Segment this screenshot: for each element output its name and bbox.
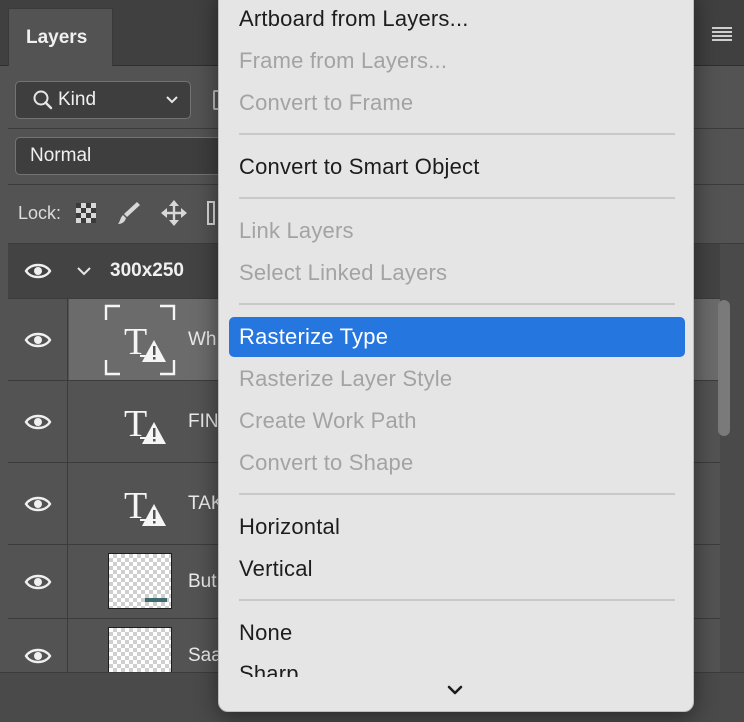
- menu-item-none[interactable]: None: [229, 613, 685, 653]
- visibility-eye-icon[interactable]: [24, 647, 52, 665]
- text-layer-warning-icon: T: [104, 386, 176, 458]
- visibility-cell[interactable]: [8, 463, 68, 544]
- lock-position-icon[interactable]: [161, 200, 188, 226]
- layer-name: FIN: [188, 411, 219, 432]
- scrollbar-thumb[interactable]: [718, 300, 730, 436]
- layer-name: Saa: [188, 645, 222, 666]
- layer-thumbnail: [108, 553, 172, 609]
- tab-layers[interactable]: Layers: [8, 8, 113, 66]
- layer-group-name: 300x250: [110, 260, 184, 281]
- visibility-eye-icon[interactable]: [24, 262, 52, 280]
- menu-item-create-work-path[interactable]: Create Work Path: [229, 401, 685, 441]
- menu-divider: [239, 599, 675, 601]
- visibility-cell[interactable]: [8, 381, 68, 462]
- menu-item-convert-to-shape[interactable]: Convert to Shape: [229, 443, 685, 483]
- menu-divider: [239, 197, 675, 199]
- layer-name: Wh: [188, 329, 217, 350]
- menu-item-convert-to-frame[interactable]: Convert to Frame: [229, 83, 685, 123]
- layer-thumbnail: [108, 627, 172, 672]
- menu-item-horizontal[interactable]: Horizontal: [229, 507, 685, 547]
- blend-mode-select[interactable]: Normal: [15, 137, 245, 175]
- filter-kind-value: Kind: [58, 89, 97, 110]
- menu-item-frame-from-layers[interactable]: Frame from Layers...: [229, 41, 685, 81]
- tab-layers-label: Layers: [26, 26, 88, 48]
- blend-mode-value: Normal: [30, 145, 92, 166]
- layer-name: But: [188, 571, 217, 592]
- menu-item-vertical[interactable]: Vertical: [229, 549, 685, 589]
- text-layer-warning-icon: T: [104, 468, 176, 540]
- lock-transparent-pixels-icon[interactable]: [75, 202, 97, 224]
- lock-row: Lock:: [18, 197, 235, 229]
- chevron-down-icon: [166, 96, 178, 104]
- visibility-cell[interactable]: [8, 619, 68, 672]
- menu-divider: [239, 133, 675, 135]
- search-icon: [33, 90, 53, 110]
- menu-item-rasterize-type[interactable]: Rasterize Type: [229, 317, 685, 357]
- filter-kind-select[interactable]: Kind: [15, 81, 191, 119]
- menu-divider: [239, 493, 675, 495]
- lock-image-pixels-icon[interactable]: [117, 200, 141, 226]
- chevron-down-icon[interactable]: [445, 683, 465, 697]
- menu-item-select-linked-layers[interactable]: Select Linked Layers: [229, 253, 685, 293]
- menu-item-convert-to-smart-object[interactable]: Convert to Smart Object: [229, 147, 685, 187]
- menu-item-link-layers[interactable]: Link Layers: [229, 211, 685, 251]
- menu-item-sharp[interactable]: Sharp: [229, 655, 685, 677]
- visibility-eye-icon[interactable]: [24, 573, 52, 591]
- lock-artboard-icon[interactable]: [207, 200, 216, 226]
- chevron-down-icon[interactable]: [75, 262, 93, 280]
- layer-context-menu: Artboard from Layers... Frame from Layer…: [218, 0, 694, 712]
- visibility-eye-icon[interactable]: [24, 331, 52, 349]
- menu-item-artboard-from-layers[interactable]: Artboard from Layers...: [229, 0, 685, 39]
- text-layer-warning-icon: T: [104, 304, 176, 376]
- visibility-cell[interactable]: [8, 545, 68, 618]
- menu-divider: [239, 303, 675, 305]
- visibility-eye-icon[interactable]: [24, 495, 52, 513]
- menu-item-rasterize-layer-style[interactable]: Rasterize Layer Style: [229, 359, 685, 399]
- lock-label: Lock:: [18, 202, 62, 223]
- panel-menu-icon[interactable]: [712, 27, 732, 41]
- visibility-eye-icon[interactable]: [24, 413, 52, 431]
- visibility-cell[interactable]: [8, 299, 68, 380]
